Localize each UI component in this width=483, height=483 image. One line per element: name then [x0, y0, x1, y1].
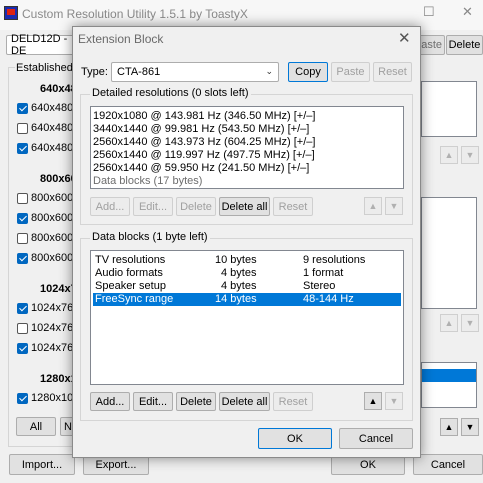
main-up-button-1[interactable]: ▲ [440, 146, 458, 164]
maximize-icon[interactable]: ☐ [423, 4, 435, 20]
blocks-add-button[interactable]: Add... [90, 392, 130, 411]
list-item[interactable]: 2560x1440 @ 59.950 Hz (241.50 MHz) [+/–] [93, 162, 401, 175]
monitor-select[interactable]: DELD12D - DE [6, 33, 76, 57]
list-item[interactable]: 2560x1440 @ 119.997 Hz (497.75 MHz) [+/–… [93, 149, 401, 162]
block-name: Speaker setup [95, 280, 166, 292]
blocks-delete-all-button[interactable]: Delete all [219, 392, 270, 411]
table-row-selected[interactable]: FreeSync range 14 bytes 48-144 Hz [93, 293, 401, 306]
res-label: 800x600 [31, 192, 74, 204]
detailed-delete-all-button[interactable]: Delete all [219, 197, 270, 216]
main-down-button-3[interactable]: ▼ [461, 418, 479, 436]
arrow-up-icon[interactable]: ▲ [364, 197, 382, 215]
block-name: Audio formats [95, 267, 163, 279]
res-label: 1024x76 [31, 302, 74, 314]
block-info: Stereo [303, 280, 336, 292]
app-icon [4, 6, 18, 20]
res-label: 800x600 [31, 252, 74, 264]
checkbox-800-3[interactable] [17, 233, 28, 244]
main-window-title: Custom Resolution Utility 1.5.1 by Toast… [22, 7, 248, 21]
main-selected-row [422, 369, 476, 382]
res-label: 1024x76 [31, 342, 74, 354]
detailed-reset-button[interactable]: Reset [273, 197, 313, 216]
arrow-down-icon[interactable]: ▼ [385, 392, 403, 410]
dialog-cancel-button[interactable]: Cancel [339, 428, 413, 449]
checkbox-800-1[interactable] [17, 193, 28, 204]
res-label: 1280x10 [31, 392, 74, 404]
res-label: 1024x76 [31, 322, 74, 334]
block-size: 14 bytes [215, 293, 257, 305]
res-label: 640x480 [31, 142, 74, 154]
copy-button[interactable]: Copy [288, 62, 328, 82]
detailed-resolutions-list[interactable]: 1920x1080 @ 143.981 Hz (346.50 MHz) [+/–… [90, 106, 404, 189]
table-row[interactable]: Audio formats 4 bytes 1 format [93, 267, 401, 280]
type-value: CTA-861 [117, 66, 161, 78]
table-row[interactable]: Speaker setup 4 bytes Stereo [93, 280, 401, 293]
block-size: 4 bytes [221, 280, 257, 292]
dialog-title: Extension Block [78, 32, 164, 46]
chevron-down-icon: ⌄ [265, 66, 273, 76]
detailed-edit-button[interactable]: Edit... [133, 197, 173, 216]
type-select[interactable]: CTA-861 ⌄ [111, 62, 279, 82]
res-label: 800x600 [31, 232, 74, 244]
res-label: 640x480 [31, 122, 74, 134]
dialog-ok-button[interactable]: OK [258, 428, 332, 449]
main-up-button-3[interactable]: ▲ [440, 418, 458, 436]
reset-button[interactable]: Reset [373, 62, 412, 82]
list-item[interactable]: 2560x1440 @ 143.973 Hz (604.25 MHz) [+/–… [93, 136, 401, 149]
main-down-button-1[interactable]: ▼ [461, 146, 479, 164]
checkbox-640-1[interactable] [17, 103, 28, 114]
paste-button[interactable]: Paste [331, 62, 370, 82]
detailed-add-button[interactable]: Add... [90, 197, 130, 216]
blocks-delete-button[interactable]: Delete [176, 392, 216, 411]
list-footer: Data blocks (17 bytes) [93, 175, 203, 187]
import-button[interactable]: Import... [9, 454, 75, 475]
checkbox-1024-3[interactable] [17, 343, 28, 354]
main-right-list-3[interactable] [421, 362, 477, 408]
close-icon[interactable]: ✕ [462, 4, 473, 20]
main-cancel-button[interactable]: Cancel [413, 454, 483, 475]
close-icon[interactable]: ✕ [398, 29, 411, 47]
checkbox-1280-1[interactable] [17, 393, 28, 404]
checkbox-640-2[interactable] [17, 123, 28, 134]
checkbox-800-4[interactable] [17, 253, 28, 264]
main-up-button-2[interactable]: ▲ [440, 314, 458, 332]
checkbox-1024-1[interactable] [17, 303, 28, 314]
res-label: 800x600 [31, 212, 74, 224]
main-right-list-2[interactable] [421, 197, 477, 309]
checkbox-1024-2[interactable] [17, 323, 28, 334]
main-right-list-1[interactable] [421, 81, 477, 137]
block-size: 10 bytes [215, 254, 257, 266]
blocks-reset-button[interactable]: Reset [273, 392, 313, 411]
arrow-up-icon[interactable]: ▲ [364, 392, 382, 410]
block-info: 48-144 Hz [303, 293, 354, 305]
detailed-delete-button[interactable]: Delete [176, 197, 216, 216]
block-name: FreeSync range [95, 293, 174, 305]
all-button[interactable]: All [16, 417, 56, 436]
block-size: 4 bytes [221, 267, 257, 279]
table-row[interactable]: TV resolutions 10 bytes 9 resolutions [93, 254, 401, 267]
extension-block-dialog: Extension Block ✕ Type: CTA-861 ⌄ Copy P… [72, 26, 421, 458]
checkbox-640-3[interactable] [17, 143, 28, 154]
detailed-resolutions-title: Detailed resolutions (0 slots left) [90, 87, 251, 99]
blocks-edit-button[interactable]: Edit... [133, 392, 173, 411]
arrow-down-icon[interactable]: ▼ [385, 197, 403, 215]
res-label: 640x480 [31, 102, 74, 114]
block-name: TV resolutions [95, 254, 166, 266]
block-info: 9 resolutions [303, 254, 366, 266]
list-item[interactable]: 3440x1440 @ 99.981 Hz (543.50 MHz) [+/–] [93, 123, 401, 136]
data-blocks-list[interactable]: TV resolutions 10 bytes 9 resolutions Au… [90, 250, 404, 385]
type-label: Type: [81, 66, 108, 78]
list-item[interactable]: 1920x1080 @ 143.981 Hz (346.50 MHz) [+/–… [93, 110, 401, 123]
checkbox-800-2[interactable] [17, 213, 28, 224]
established-label: Established [15, 62, 74, 74]
block-info: 1 format [303, 267, 344, 279]
main-delete-button[interactable]: Delete [446, 35, 483, 55]
main-down-button-2[interactable]: ▼ [461, 314, 479, 332]
data-blocks-title: Data blocks (1 byte left) [90, 231, 210, 243]
